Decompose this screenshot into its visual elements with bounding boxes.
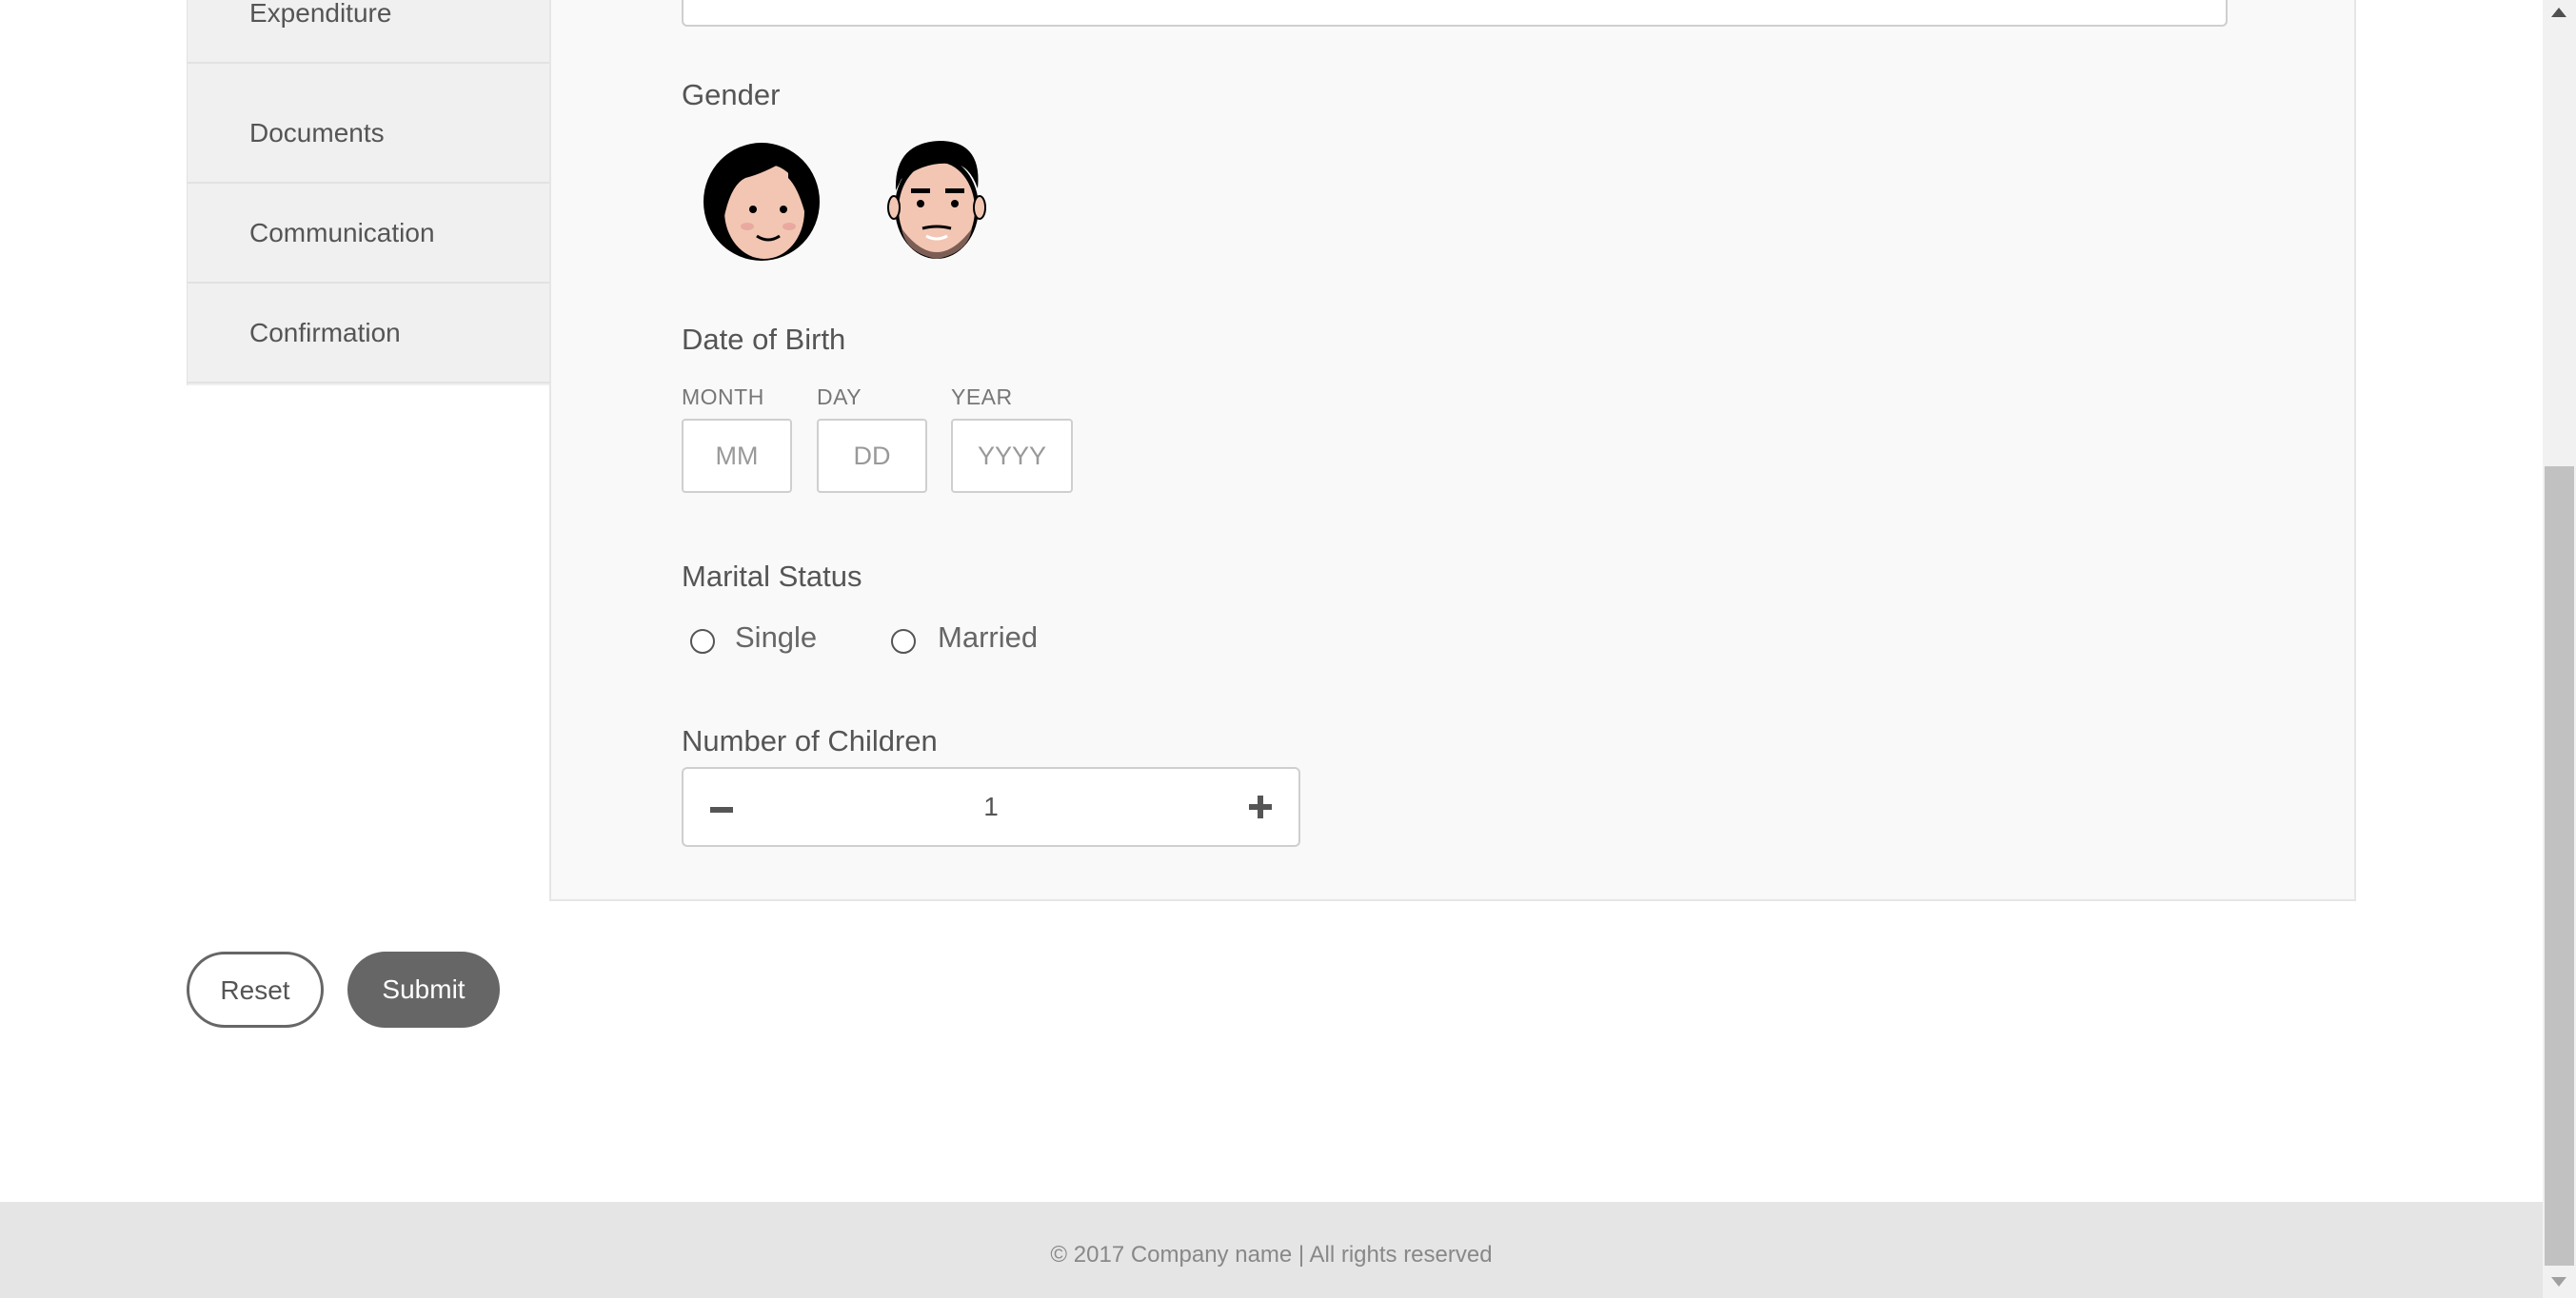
dob-month-label: MONTH xyxy=(682,384,764,409)
children-value[interactable]: 1 xyxy=(684,769,1298,845)
dob-year-label: YEAR xyxy=(951,384,1013,409)
sidebar-item-label: Confirmation xyxy=(249,317,401,347)
married-radio-label[interactable]: Married xyxy=(938,620,1038,655)
dob-label: Date of Birth xyxy=(682,323,846,356)
single-radio[interactable] xyxy=(690,629,715,654)
sidebar-item-documents[interactable]: Documents xyxy=(188,84,549,184)
sidebar-item-expenditure[interactable]: Expenditure xyxy=(188,0,549,64)
dob-day-input[interactable]: DD xyxy=(817,419,927,493)
sidebar-nav: Expenditure Documents Communication Conf… xyxy=(187,0,550,385)
gender-label: Gender xyxy=(682,78,781,111)
page: Expenditure Documents Communication Conf… xyxy=(0,0,2543,1298)
children-stepper: 1 xyxy=(682,767,1300,847)
scroll-up-icon[interactable] xyxy=(2551,8,2566,17)
sidebar-item-label: Documents xyxy=(249,117,385,148)
female-avatar-icon[interactable] xyxy=(698,135,825,263)
reset-button[interactable]: Reset xyxy=(187,952,324,1028)
form-panel: Gender Date of Birth MONTH DAY YEAR MM D… xyxy=(549,0,2356,901)
single-radio-label[interactable]: Single xyxy=(735,620,817,655)
sidebar-item-confirmation[interactable]: Confirmation xyxy=(188,284,549,384)
plus-icon[interactable] xyxy=(1249,796,1272,818)
dob-year-input[interactable]: YYYY xyxy=(951,419,1073,493)
minus-icon[interactable] xyxy=(710,807,733,813)
dob-month-input[interactable]: MM xyxy=(682,419,792,493)
footer: © 2017 Company name | All rights reserve… xyxy=(0,1202,2543,1298)
footer-copyright: © 2017 Company name | All rights reserve… xyxy=(1050,1242,1493,1268)
married-radio[interactable] xyxy=(891,629,916,654)
submit-button[interactable]: Submit xyxy=(347,952,500,1028)
male-avatar-icon[interactable] xyxy=(873,133,1001,261)
marital-status-label: Marital Status xyxy=(682,560,862,593)
vertical-scrollbar[interactable] xyxy=(2543,0,2576,1298)
scroll-thumb[interactable] xyxy=(2545,466,2574,1266)
sidebar-item-label: Communication xyxy=(249,217,435,247)
sidebar-item-communication[interactable]: Communication xyxy=(188,184,549,284)
dob-day-label: DAY xyxy=(817,384,862,409)
scroll-down-icon[interactable] xyxy=(2551,1277,2566,1287)
children-label: Number of Children xyxy=(682,724,938,757)
previous-field-input[interactable] xyxy=(682,0,2228,27)
sidebar-item-label: Expenditure xyxy=(249,0,392,28)
